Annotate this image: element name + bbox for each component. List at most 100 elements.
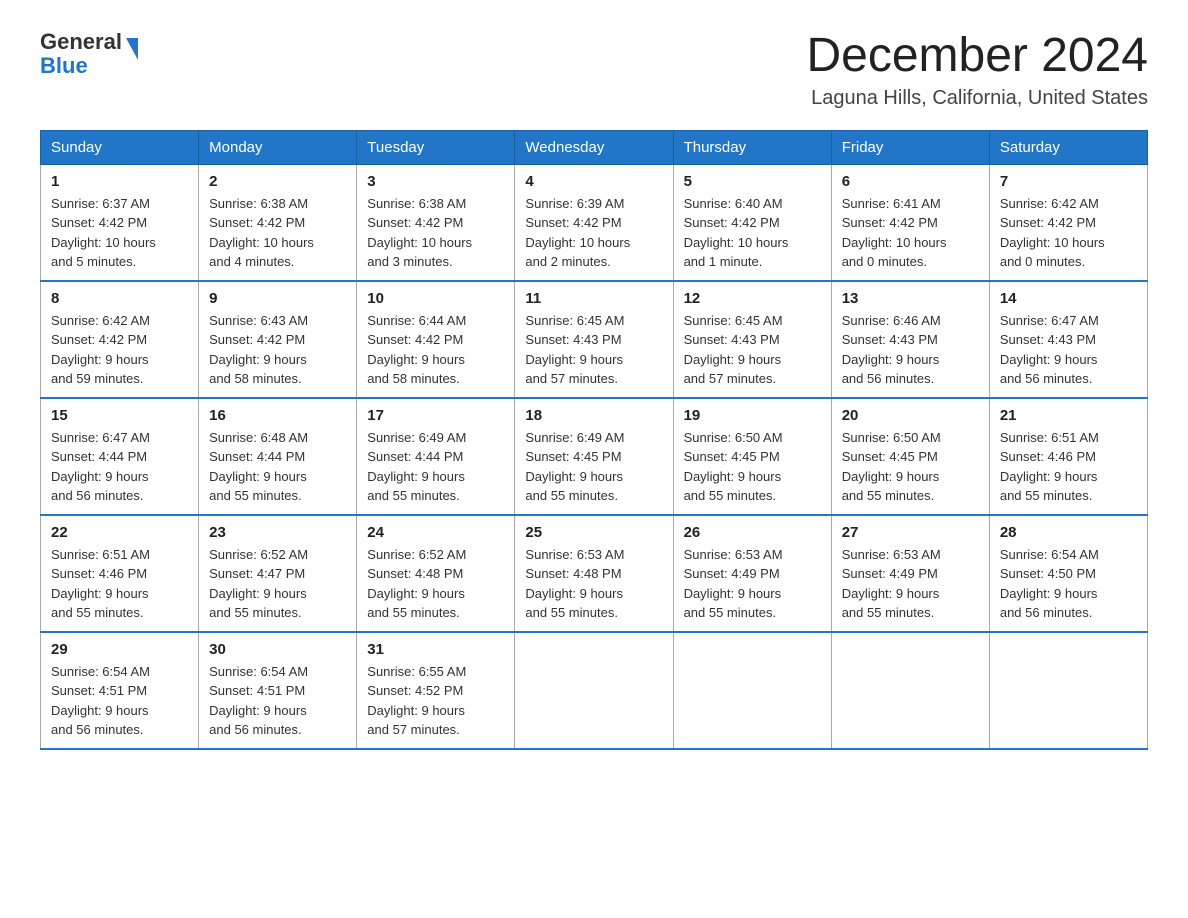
day-info: Sunrise: 6:41 AM Sunset: 4:42 PM Dayligh… — [842, 194, 979, 272]
day-number: 16 — [209, 407, 346, 424]
day-info: Sunrise: 6:54 AM Sunset: 4:51 PM Dayligh… — [209, 662, 346, 740]
header-row: SundayMondayTuesdayWednesdayThursdayFrid… — [41, 130, 1148, 164]
day-number: 4 — [525, 173, 662, 190]
day-info: Sunrise: 6:50 AM Sunset: 4:45 PM Dayligh… — [842, 428, 979, 506]
week-row-1: 1 Sunrise: 6:37 AM Sunset: 4:42 PM Dayli… — [41, 164, 1148, 281]
day-cell: 26 Sunrise: 6:53 AM Sunset: 4:49 PM Dayl… — [673, 515, 831, 632]
day-number: 22 — [51, 524, 188, 541]
logo-line1: General — [40, 30, 122, 54]
day-number: 5 — [684, 173, 821, 190]
day-number: 2 — [209, 173, 346, 190]
day-cell: 6 Sunrise: 6:41 AM Sunset: 4:42 PM Dayli… — [831, 164, 989, 281]
day-info: Sunrise: 6:38 AM Sunset: 4:42 PM Dayligh… — [367, 194, 504, 272]
title-block: December 2024 Laguna Hills, California, … — [806, 30, 1148, 110]
logo-triangle-icon — [126, 38, 138, 60]
day-cell: 15 Sunrise: 6:47 AM Sunset: 4:44 PM Dayl… — [41, 398, 199, 515]
day-number: 21 — [1000, 407, 1137, 424]
day-info: Sunrise: 6:50 AM Sunset: 4:45 PM Dayligh… — [684, 428, 821, 506]
header-cell-wednesday: Wednesday — [515, 130, 673, 164]
week-row-4: 22 Sunrise: 6:51 AM Sunset: 4:46 PM Dayl… — [41, 515, 1148, 632]
location-title: Laguna Hills, California, United States — [806, 87, 1148, 110]
day-info: Sunrise: 6:52 AM Sunset: 4:48 PM Dayligh… — [367, 545, 504, 623]
day-number: 29 — [51, 641, 188, 658]
calendar-body: 1 Sunrise: 6:37 AM Sunset: 4:42 PM Dayli… — [41, 164, 1148, 749]
day-info: Sunrise: 6:42 AM Sunset: 4:42 PM Dayligh… — [1000, 194, 1137, 272]
month-title: December 2024 — [806, 30, 1148, 83]
day-cell: 30 Sunrise: 6:54 AM Sunset: 4:51 PM Dayl… — [199, 632, 357, 749]
day-cell: 17 Sunrise: 6:49 AM Sunset: 4:44 PM Dayl… — [357, 398, 515, 515]
day-cell: 28 Sunrise: 6:54 AM Sunset: 4:50 PM Dayl… — [989, 515, 1147, 632]
day-info: Sunrise: 6:44 AM Sunset: 4:42 PM Dayligh… — [367, 311, 504, 389]
day-cell — [673, 632, 831, 749]
day-info: Sunrise: 6:47 AM Sunset: 4:44 PM Dayligh… — [51, 428, 188, 506]
day-cell: 13 Sunrise: 6:46 AM Sunset: 4:43 PM Dayl… — [831, 281, 989, 398]
day-number: 12 — [684, 290, 821, 307]
logo: General Blue — [40, 30, 138, 78]
day-cell: 19 Sunrise: 6:50 AM Sunset: 4:45 PM Dayl… — [673, 398, 831, 515]
day-number: 20 — [842, 407, 979, 424]
day-info: Sunrise: 6:42 AM Sunset: 4:42 PM Dayligh… — [51, 311, 188, 389]
day-number: 11 — [525, 290, 662, 307]
day-cell: 29 Sunrise: 6:54 AM Sunset: 4:51 PM Dayl… — [41, 632, 199, 749]
day-info: Sunrise: 6:53 AM Sunset: 4:49 PM Dayligh… — [842, 545, 979, 623]
day-number: 25 — [525, 524, 662, 541]
day-cell: 23 Sunrise: 6:52 AM Sunset: 4:47 PM Dayl… — [199, 515, 357, 632]
day-cell: 16 Sunrise: 6:48 AM Sunset: 4:44 PM Dayl… — [199, 398, 357, 515]
header-cell-saturday: Saturday — [989, 130, 1147, 164]
header-cell-sunday: Sunday — [41, 130, 199, 164]
day-number: 7 — [1000, 173, 1137, 190]
day-info: Sunrise: 6:55 AM Sunset: 4:52 PM Dayligh… — [367, 662, 504, 740]
day-cell: 21 Sunrise: 6:51 AM Sunset: 4:46 PM Dayl… — [989, 398, 1147, 515]
calendar-header: SundayMondayTuesdayWednesdayThursdayFrid… — [41, 130, 1148, 164]
day-cell: 10 Sunrise: 6:44 AM Sunset: 4:42 PM Dayl… — [357, 281, 515, 398]
day-cell: 2 Sunrise: 6:38 AM Sunset: 4:42 PM Dayli… — [199, 164, 357, 281]
day-info: Sunrise: 6:45 AM Sunset: 4:43 PM Dayligh… — [525, 311, 662, 389]
day-cell: 1 Sunrise: 6:37 AM Sunset: 4:42 PM Dayli… — [41, 164, 199, 281]
day-number: 15 — [51, 407, 188, 424]
header-cell-friday: Friday — [831, 130, 989, 164]
calendar-table: SundayMondayTuesdayWednesdayThursdayFrid… — [40, 130, 1148, 750]
day-cell: 3 Sunrise: 6:38 AM Sunset: 4:42 PM Dayli… — [357, 164, 515, 281]
header-cell-tuesday: Tuesday — [357, 130, 515, 164]
day-number: 24 — [367, 524, 504, 541]
day-number: 30 — [209, 641, 346, 658]
day-number: 31 — [367, 641, 504, 658]
header-cell-thursday: Thursday — [673, 130, 831, 164]
day-info: Sunrise: 6:51 AM Sunset: 4:46 PM Dayligh… — [51, 545, 188, 623]
week-row-2: 8 Sunrise: 6:42 AM Sunset: 4:42 PM Dayli… — [41, 281, 1148, 398]
day-number: 6 — [842, 173, 979, 190]
day-cell: 20 Sunrise: 6:50 AM Sunset: 4:45 PM Dayl… — [831, 398, 989, 515]
day-info: Sunrise: 6:39 AM Sunset: 4:42 PM Dayligh… — [525, 194, 662, 272]
day-cell: 4 Sunrise: 6:39 AM Sunset: 4:42 PM Dayli… — [515, 164, 673, 281]
day-cell: 5 Sunrise: 6:40 AM Sunset: 4:42 PM Dayli… — [673, 164, 831, 281]
day-cell — [989, 632, 1147, 749]
day-number: 26 — [684, 524, 821, 541]
day-info: Sunrise: 6:53 AM Sunset: 4:48 PM Dayligh… — [525, 545, 662, 623]
day-info: Sunrise: 6:40 AM Sunset: 4:42 PM Dayligh… — [684, 194, 821, 272]
header-cell-monday: Monday — [199, 130, 357, 164]
day-number: 28 — [1000, 524, 1137, 541]
day-cell: 9 Sunrise: 6:43 AM Sunset: 4:42 PM Dayli… — [199, 281, 357, 398]
day-cell: 8 Sunrise: 6:42 AM Sunset: 4:42 PM Dayli… — [41, 281, 199, 398]
day-cell: 12 Sunrise: 6:45 AM Sunset: 4:43 PM Dayl… — [673, 281, 831, 398]
day-cell: 24 Sunrise: 6:52 AM Sunset: 4:48 PM Dayl… — [357, 515, 515, 632]
day-info: Sunrise: 6:51 AM Sunset: 4:46 PM Dayligh… — [1000, 428, 1137, 506]
day-number: 14 — [1000, 290, 1137, 307]
day-info: Sunrise: 6:47 AM Sunset: 4:43 PM Dayligh… — [1000, 311, 1137, 389]
day-cell — [831, 632, 989, 749]
day-number: 17 — [367, 407, 504, 424]
day-cell: 11 Sunrise: 6:45 AM Sunset: 4:43 PM Dayl… — [515, 281, 673, 398]
week-row-5: 29 Sunrise: 6:54 AM Sunset: 4:51 PM Dayl… — [41, 632, 1148, 749]
day-info: Sunrise: 6:37 AM Sunset: 4:42 PM Dayligh… — [51, 194, 188, 272]
day-number: 19 — [684, 407, 821, 424]
logo-line2: Blue — [40, 54, 122, 78]
day-cell — [515, 632, 673, 749]
day-info: Sunrise: 6:52 AM Sunset: 4:47 PM Dayligh… — [209, 545, 346, 623]
day-cell: 27 Sunrise: 6:53 AM Sunset: 4:49 PM Dayl… — [831, 515, 989, 632]
day-number: 18 — [525, 407, 662, 424]
week-row-3: 15 Sunrise: 6:47 AM Sunset: 4:44 PM Dayl… — [41, 398, 1148, 515]
day-info: Sunrise: 6:48 AM Sunset: 4:44 PM Dayligh… — [209, 428, 346, 506]
day-cell: 14 Sunrise: 6:47 AM Sunset: 4:43 PM Dayl… — [989, 281, 1147, 398]
day-cell: 25 Sunrise: 6:53 AM Sunset: 4:48 PM Dayl… — [515, 515, 673, 632]
day-number: 9 — [209, 290, 346, 307]
